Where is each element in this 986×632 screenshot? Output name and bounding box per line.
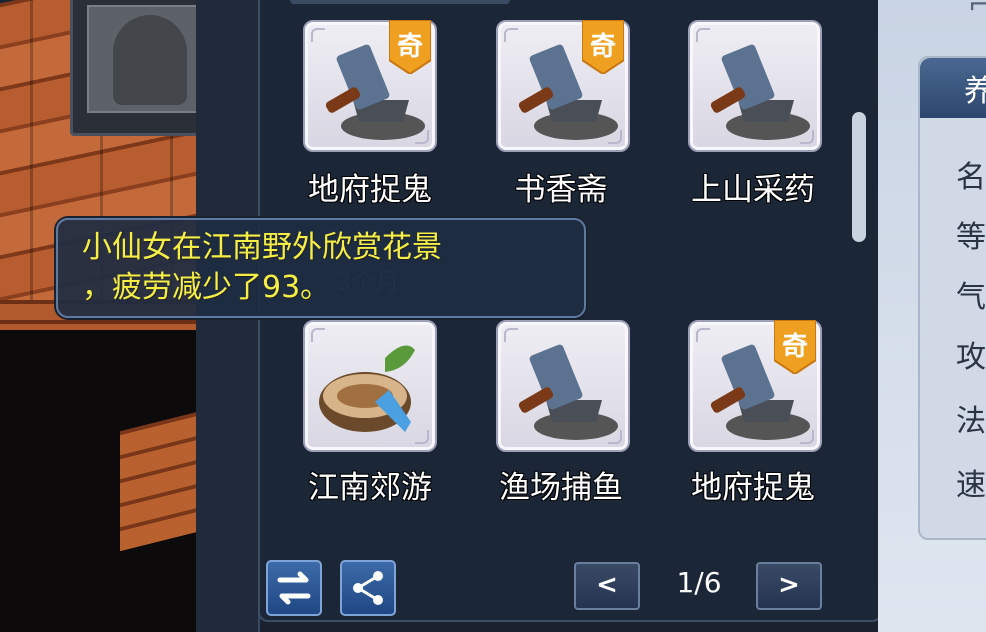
next-page-button[interactable]: > [756, 562, 822, 610]
hammer-anvil-icon [518, 344, 618, 440]
prev-page-button[interactable]: < [574, 562, 640, 610]
activity-label: 书香斋 [514, 172, 608, 208]
right-top-fragment: ⌐ [968, 0, 986, 21]
rare-badge-text: 奇 [781, 332, 808, 362]
scrollbar-track[interactable] [850, 20, 868, 540]
notification-text: 小仙女在江南野外欣赏花景 ，疲劳减少了93。 [82, 230, 442, 305]
activity-slot[interactable]: 奇 [496, 19, 630, 152]
stat-label: 名 [956, 160, 986, 195]
panel-top-strip [290, 0, 510, 4]
rare-badge: 奇 [581, 19, 625, 76]
activity-label: 渔场捕鱼 [499, 470, 623, 506]
page-indicator: 1/6 [676, 566, 722, 599]
activity-slot[interactable]: 奇 [303, 19, 437, 152]
activity-label: 地府捉鬼 [308, 172, 432, 208]
rare-badge: 奇 [388, 19, 432, 76]
share-icon [353, 571, 383, 605]
activity-slot[interactable] [688, 20, 822, 152]
pet-tab-label: 养 [964, 74, 986, 109]
activity-label: 地府捉鬼 [691, 470, 815, 506]
silhouette-icon [113, 15, 187, 105]
swap-arrows-icon [277, 571, 311, 605]
activity-slot[interactable] [303, 320, 437, 452]
rare-badge-text: 奇 [589, 32, 616, 62]
hammer-anvil-icon [710, 44, 810, 140]
stat-label: 法 [956, 404, 986, 439]
tea-bowl-icon [319, 345, 415, 432]
activity-slot[interactable] [496, 320, 630, 452]
stat-label: 速 [956, 468, 986, 503]
stat-label: 等 [956, 220, 986, 255]
activity-slot[interactable]: 奇 [688, 319, 822, 452]
rare-badge-text: 奇 [396, 32, 423, 62]
activity-label: 江南郊游 [308, 470, 432, 506]
swap-button[interactable] [266, 560, 322, 616]
character-portrait [87, 5, 213, 113]
stat-label: 气 [956, 280, 986, 315]
rare-badge: 奇 [773, 319, 817, 376]
notification-tooltip: 小仙女在江南野外欣赏花景 ，疲劳减少了93。 [56, 218, 586, 318]
scrollbar-thumb[interactable] [852, 112, 866, 242]
share-button[interactable] [340, 560, 396, 616]
stat-label: 攻 [956, 340, 986, 375]
activity-label: 上山采药 [691, 172, 815, 208]
